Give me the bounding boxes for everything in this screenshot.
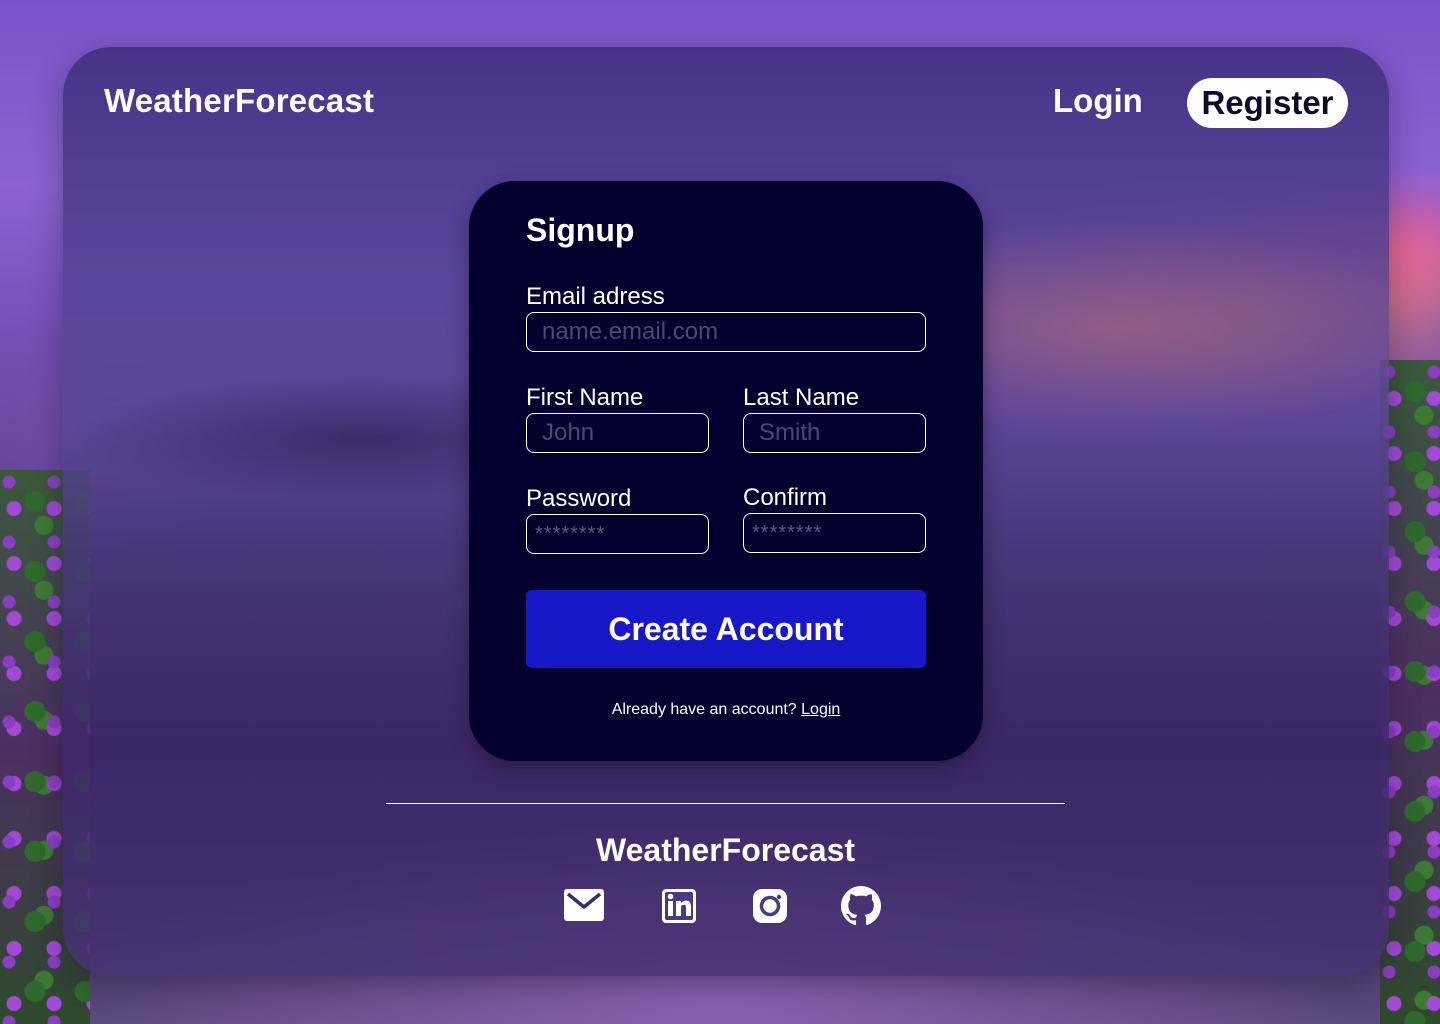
first-name-field[interactable] (526, 413, 709, 453)
nav-login-link[interactable]: Login (1053, 82, 1143, 120)
instagram-icon[interactable] (750, 886, 790, 926)
password-label: Password (526, 485, 632, 512)
github-icon[interactable] (841, 886, 881, 926)
login-prompt-text: Already have an account? (611, 701, 797, 718)
email-label: Email adress (526, 283, 665, 310)
create-account-button[interactable]: Create Account (526, 590, 926, 668)
brand-logo[interactable]: WeatherForecast (104, 82, 374, 120)
confirm-label: Confirm (743, 484, 828, 511)
footer-divider (386, 803, 1065, 804)
mail-icon[interactable] (564, 886, 604, 926)
login-prompt: Already have an account? Login (469, 701, 983, 719)
nav-register-button[interactable]: Register (1187, 78, 1348, 128)
last-name-label: Last Name (743, 384, 860, 411)
password-field[interactable] (526, 514, 709, 554)
footer-brand: WeatherForecast (595, 832, 856, 868)
login-link[interactable]: Login (801, 701, 840, 718)
first-name-label: First Name (526, 384, 644, 411)
signup-card (469, 181, 983, 761)
background-flowers-right (1380, 360, 1440, 1024)
linkedin-icon[interactable] (659, 886, 699, 926)
last-name-field[interactable] (743, 413, 926, 453)
email-field[interactable] (526, 312, 926, 352)
signup-title: Signup (526, 212, 635, 248)
confirm-password-field[interactable] (743, 513, 926, 553)
